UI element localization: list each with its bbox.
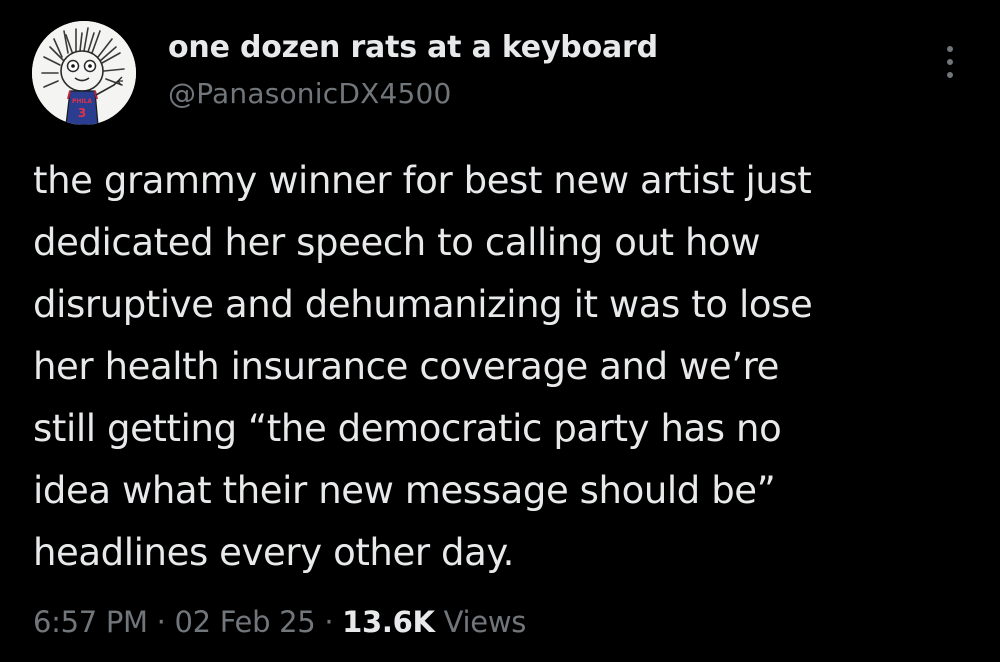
- tweet-text-line: the grammy winner for best new artist ju…: [33, 159, 812, 202]
- tweet-text-line: still getting “the democratic party has …: [33, 407, 782, 450]
- tweet: PHILA 3 one dozen rats at a keyboard @Pa…: [0, 0, 1000, 662]
- author-handle[interactable]: @PanasonicDX4500: [168, 76, 452, 112]
- views-count: 13.6K: [342, 605, 435, 639]
- svg-text:PHILA: PHILA: [72, 98, 92, 105]
- tweet-text: the grammy winner for best new artist ju…: [33, 150, 973, 584]
- more-options-icon: [947, 46, 953, 52]
- tweet-text-line: headlines every other day.: [33, 531, 514, 574]
- more-options-icon-dot: [947, 72, 953, 78]
- tweet-text-line: her health insurance coverage and we’re: [33, 345, 779, 388]
- tweet-text-line: idea what their new message should be”: [33, 469, 776, 512]
- hairy-cartoon-figure-avatar-icon: PHILA 3: [32, 21, 136, 125]
- svg-text:3: 3: [78, 106, 86, 120]
- tweet-text-line: disruptive and dehumanizing it was to lo…: [33, 283, 813, 326]
- more-options-icon-dot: [947, 59, 953, 65]
- tweet-time[interactable]: 6:57 PM: [33, 605, 148, 639]
- author-display-name[interactable]: one dozen rats at a keyboard: [168, 29, 658, 67]
- avatar[interactable]: PHILA 3: [32, 21, 136, 125]
- more-options-button[interactable]: [930, 40, 970, 84]
- tweet-meta: 6:57 PM · 02 Feb 25 · 13.6K Views: [33, 602, 526, 642]
- tweet-text-line: dedicated her speech to calling out how: [33, 221, 761, 264]
- tweet-date[interactable]: 02 Feb 25: [175, 605, 316, 639]
- views-label: Views: [443, 605, 527, 639]
- meta-separator: ·: [156, 605, 166, 639]
- meta-separator: ·: [324, 605, 334, 639]
